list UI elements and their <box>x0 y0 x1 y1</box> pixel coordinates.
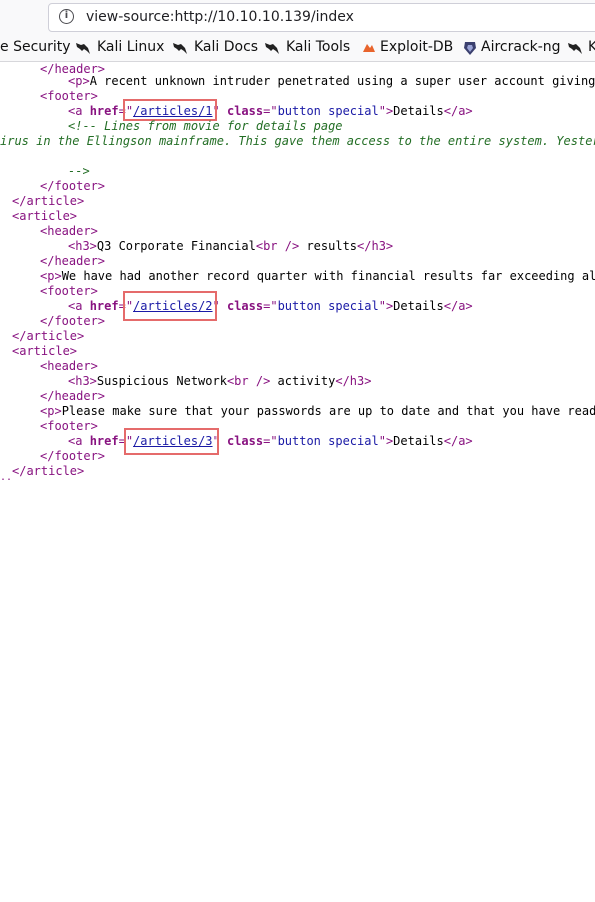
info-icon[interactable]: i <box>59 9 74 24</box>
kali-dragon-icon <box>568 43 582 54</box>
source-line: </footer> <box>40 179 106 193</box>
source-line: </footer> <box>40 314 106 328</box>
bookmark-kali-tools[interactable]: Kali Tools <box>286 39 350 55</box>
source-line: </article> <box>12 329 85 343</box>
source-line: <footer> <box>40 284 98 298</box>
source-line: <p>A recent unknown intruder penetrated … <box>68 74 595 88</box>
aircrack-icon <box>464 42 476 55</box>
bookmark-aircrack-ng[interactable]: Aircrack-ng <box>481 39 561 55</box>
source-line: <header> <box>40 224 98 238</box>
bookmark-kali-linux[interactable]: Kali Linux <box>97 39 164 55</box>
source-line: <footer> <box>40 419 98 433</box>
source-line: --> <box>68 164 90 178</box>
source-line: </footer> <box>40 449 106 463</box>
kali-dragon-icon <box>76 43 90 54</box>
source-line: </header> <box>40 389 106 403</box>
highlight-box <box>123 291 217 321</box>
bookmark-security[interactable]: e Security <box>0 39 71 55</box>
source-line: .. <box>0 472 13 483</box>
kali-dragon-icon <box>173 43 187 54</box>
source-line: <article> <box>12 344 78 358</box>
page-source: </header> <p>A recent unknown intruder p… <box>0 62 595 483</box>
highlight-box <box>124 428 219 455</box>
source-line: <!-- Lines from movie for details page <box>68 119 343 133</box>
source-line: </header> <box>40 254 106 268</box>
source-line: </article> <box>12 464 85 478</box>
kali-dragon-icon <box>265 43 279 54</box>
source-line: <footer> <box>40 89 98 103</box>
source-line: <article> <box>12 209 78 223</box>
url-bar: i view-source:http://10.10.10.139/index <box>0 0 595 36</box>
exploit-db-icon <box>363 44 375 52</box>
url-text[interactable]: view-source:http://10.10.10.139/index <box>86 9 354 25</box>
source-line: <h3>Q3 Corporate Financial<br /> results… <box>68 239 394 253</box>
source-line: </article> <box>12 194 85 208</box>
bookmark-overflow[interactable]: K <box>588 39 595 55</box>
highlight-box <box>123 99 217 121</box>
source-line: <h3>Suspicious Network<br /> activity</h… <box>68 374 372 388</box>
bookmark-kali-docs[interactable]: Kali Docs <box>194 39 258 55</box>
source-line: <p>Please make sure that your passwords … <box>40 404 595 418</box>
source-line: irus in the Ellingson mainframe. This ga… <box>0 134 595 148</box>
bookmark-exploit-db[interactable]: Exploit-DB <box>380 39 453 55</box>
source-line: <header> <box>40 359 98 373</box>
bookmarks-toolbar: e Security Kali Linux Kali Docs Kali Too… <box>0 36 595 62</box>
source-line: <p>We have had another record quarter wi… <box>40 269 595 283</box>
